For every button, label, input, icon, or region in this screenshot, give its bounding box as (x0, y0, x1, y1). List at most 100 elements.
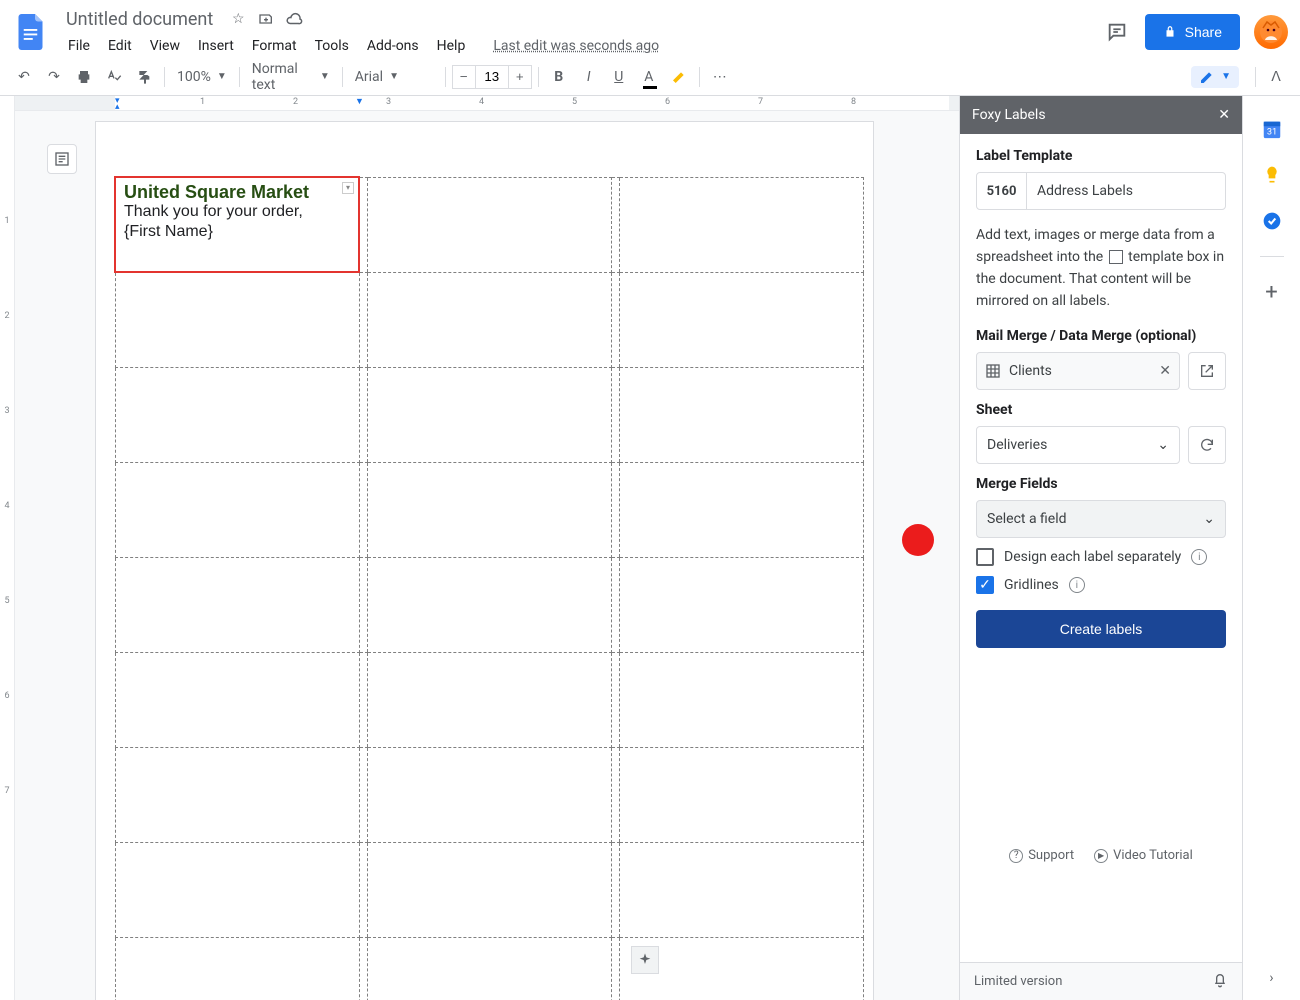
zoom-select[interactable]: 100%▼ (171, 64, 233, 90)
notifications-icon[interactable] (1212, 972, 1228, 992)
explore-button[interactable] (631, 946, 659, 974)
move-icon[interactable] (257, 10, 275, 28)
last-edit-link[interactable]: Last edit was seconds ago (487, 34, 665, 58)
sidepanel-title: Foxy Labels (972, 107, 1046, 123)
open-source-button[interactable] (1188, 352, 1226, 390)
close-icon[interactable]: ✕ (1218, 107, 1230, 123)
version-label: Limited version (974, 974, 1062, 989)
video-tutorial-link[interactable]: ▶Video Tutorial (1094, 848, 1193, 863)
sheet-value: Deliveries (987, 437, 1047, 453)
menu-file[interactable]: File (60, 34, 98, 58)
gridlines-label: Gridlines (1004, 577, 1059, 593)
hide-menus-button[interactable]: ᐱ (1262, 63, 1290, 91)
print-button[interactable] (70, 63, 98, 91)
share-button[interactable]: Share (1145, 14, 1240, 50)
addon-sidepanel: Foxy Labels ✕ Label Template 5160 Addres… (959, 96, 1242, 1000)
create-labels-button[interactable]: Create labels (976, 610, 1226, 648)
data-source-chip[interactable]: Clients ✕ (976, 352, 1180, 390)
underline-button[interactable]: U (605, 63, 633, 91)
remove-source-icon[interactable]: ✕ (1159, 363, 1171, 379)
annotation-marker (902, 524, 934, 556)
horizontal-ruler: ▾ ▼ ▴ 1 2 3 4 5 6 7 8 (15, 96, 959, 111)
chevron-down-icon: ⌄ (1203, 511, 1215, 527)
refresh-sheet-button[interactable] (1188, 426, 1226, 464)
text-color-button[interactable]: A (635, 63, 663, 91)
label-template-selector[interactable]: 5160 Address Labels (976, 172, 1226, 210)
design-separately-label: Design each label separately (1004, 549, 1181, 565)
template-name: Address Labels (1027, 173, 1225, 209)
document-title[interactable]: Untitled document (60, 7, 219, 32)
document-outline-button[interactable] (47, 144, 77, 174)
cell-title: United Square Market (124, 182, 350, 202)
keep-icon[interactable] (1261, 164, 1283, 186)
menu-help[interactable]: Help (429, 34, 474, 58)
design-separately-checkbox[interactable] (976, 548, 994, 566)
menu-view[interactable]: View (142, 34, 188, 58)
menu-insert[interactable]: Insert (190, 34, 242, 58)
document-canvas[interactable]: ▾ ▼ ▴ 1 2 3 4 5 6 7 8 ▾ United Square Ma… (15, 96, 959, 1000)
share-label: Share (1185, 24, 1222, 40)
data-source-name: Clients (1009, 363, 1052, 379)
merge-field-placeholder: Select a field (987, 511, 1067, 527)
play-icon: ▶ (1094, 849, 1108, 863)
hide-rail-icon[interactable]: › (1269, 970, 1273, 986)
account-avatar[interactable] (1254, 15, 1288, 49)
document-page: ▾ United Square Market Thank you for you… (95, 121, 874, 1000)
docs-logo[interactable] (12, 12, 52, 52)
cell-line-2: {First Name} (124, 222, 350, 242)
toolbar: ↶ ↷ 100%▼ Normal text▼ Arial▼ − + B I U … (0, 58, 1300, 96)
svg-text:31: 31 (1266, 128, 1276, 138)
paragraph-style-select[interactable]: Normal text▼ (246, 64, 336, 90)
tasks-icon[interactable] (1261, 210, 1283, 232)
calendar-icon[interactable]: 31 (1261, 118, 1283, 140)
cell-line-1: Thank you for your order, (124, 202, 350, 222)
italic-button[interactable]: I (575, 63, 603, 91)
info-icon[interactable]: i (1191, 549, 1207, 565)
redo-button[interactable]: ↷ (40, 63, 68, 91)
menu-edit[interactable]: Edit (100, 34, 140, 58)
pencil-icon (1199, 69, 1215, 85)
comments-icon[interactable] (1103, 18, 1131, 46)
font-size-decrease[interactable]: − (452, 65, 476, 89)
sheet-select[interactable]: Deliveries ⌄ (976, 426, 1180, 464)
bold-button[interactable]: B (545, 63, 573, 91)
spellcheck-button[interactable] (100, 63, 128, 91)
open-external-icon (1199, 363, 1215, 379)
merge-fields-heading: Merge Fields (976, 476, 1226, 492)
cell-menu-button[interactable]: ▾ (342, 182, 354, 194)
paint-format-button[interactable] (130, 63, 158, 91)
menu-addons[interactable]: Add-ons (359, 34, 427, 58)
template-description: Add text, images or merge data from a sp… (976, 224, 1226, 312)
more-toolbar-button[interactable]: ⋯ (706, 63, 734, 91)
label-grid: ▾ United Square Market Thank you for you… (114, 176, 864, 1000)
font-select[interactable]: Arial▼ (349, 64, 439, 90)
template-box-icon (1109, 250, 1123, 264)
font-size-increase[interactable]: + (508, 65, 532, 89)
template-cell[interactable]: ▾ United Square Market Thank you for you… (115, 177, 359, 272)
editing-mode-button[interactable]: ▼ (1191, 66, 1239, 88)
cloud-status-icon[interactable] (285, 10, 303, 28)
sheet-icon (985, 363, 1001, 379)
merge-field-select[interactable]: Select a field ⌄ (976, 500, 1226, 538)
sheet-heading: Sheet (976, 402, 1226, 418)
gridlines-checkbox[interactable]: ✓ (976, 576, 994, 594)
font-size-input[interactable] (476, 65, 508, 89)
support-link[interactable]: ?Support (1009, 848, 1074, 863)
font-size-stepper[interactable]: − + (452, 65, 532, 89)
info-icon[interactable]: i (1069, 577, 1085, 593)
highlight-button[interactable] (665, 63, 693, 91)
mail-merge-heading: Mail Merge / Data Merge (optional) (976, 328, 1226, 344)
star-icon[interactable]: ☆ (229, 10, 247, 28)
label-template-heading: Label Template (976, 148, 1226, 164)
chevron-down-icon: ⌄ (1157, 437, 1169, 453)
vertical-ruler: 1 2 3 4 5 6 7 (0, 96, 15, 1000)
refresh-icon (1199, 437, 1215, 453)
add-addon-icon[interactable]: + (1261, 281, 1283, 303)
lock-icon (1163, 25, 1177, 39)
menu-tools[interactable]: Tools (307, 34, 357, 58)
menu-bar: File Edit View Insert Format Tools Add-o… (60, 34, 1103, 58)
undo-button[interactable]: ↶ (10, 63, 38, 91)
side-rail: 31 + › (1242, 96, 1300, 1000)
menu-format[interactable]: Format (244, 34, 305, 58)
template-code: 5160 (977, 173, 1027, 209)
